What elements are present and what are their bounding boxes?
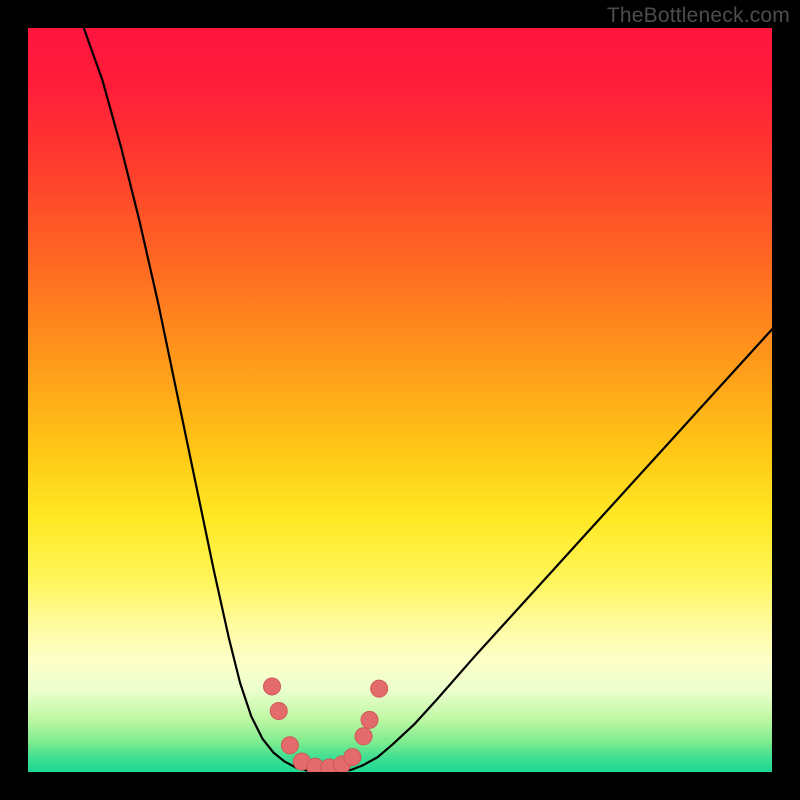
- highlight-markers: [264, 678, 388, 772]
- marker-point: [361, 711, 378, 728]
- watermark-label: TheBottleneck.com: [607, 4, 790, 28]
- chart-svg: [28, 28, 772, 772]
- marker-point: [371, 680, 388, 697]
- bottleneck-curve: [84, 28, 772, 771]
- plot-area: [28, 28, 772, 772]
- marker-point: [264, 678, 281, 695]
- marker-point: [355, 728, 372, 745]
- marker-point: [281, 737, 298, 754]
- marker-point: [344, 749, 361, 766]
- chart-frame: TheBottleneck.com: [0, 0, 800, 800]
- marker-point: [270, 702, 287, 719]
